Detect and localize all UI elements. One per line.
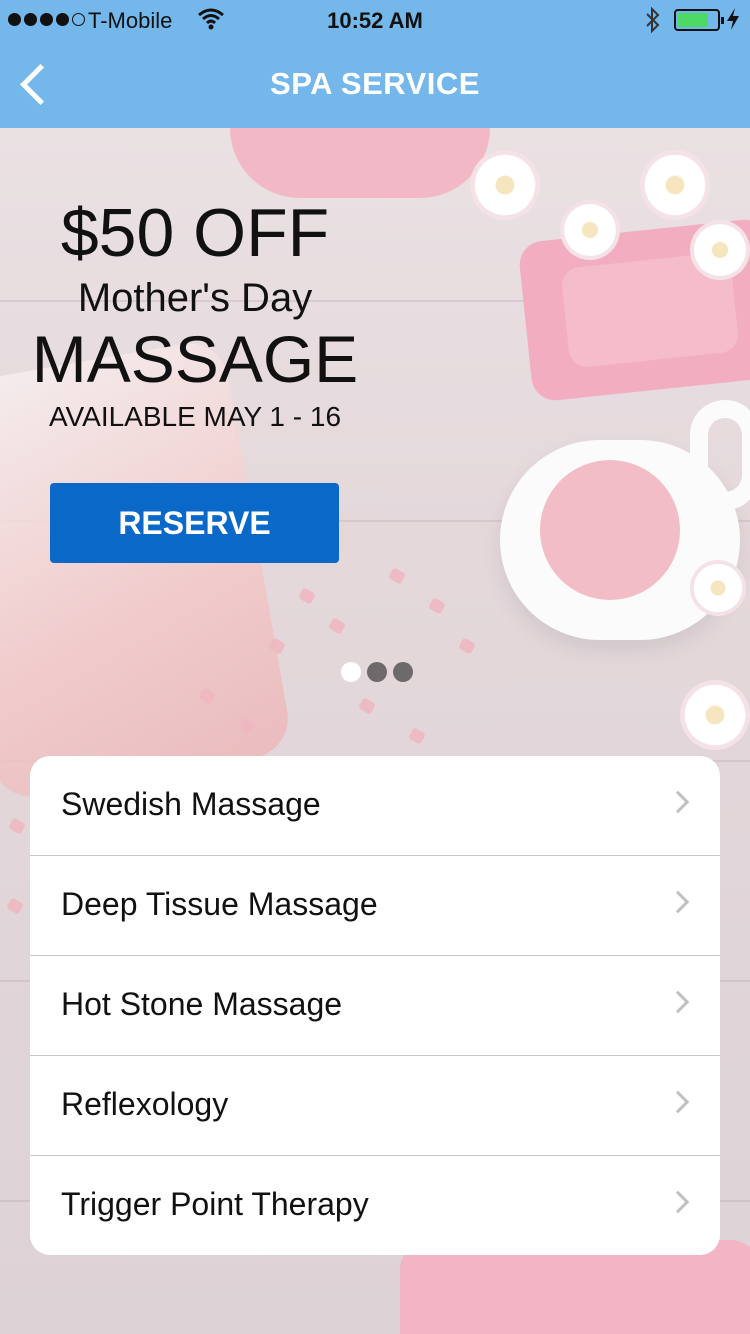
page-dot-2[interactable] [367,662,387,682]
flower-decoration [640,150,710,220]
chevron-right-icon [666,1090,690,1114]
flower-decoration [560,200,620,260]
flower-decoration [680,680,750,750]
salt-decoration [237,717,257,735]
jug-handle-decoration [690,400,750,510]
salt-decoration [7,817,27,835]
page-title: SPA SERVICE [270,66,480,101]
service-label: Deep Tissue Massage [61,886,378,922]
chevron-right-icon [666,890,690,914]
flower-decoration [690,220,750,280]
jug-decoration [500,440,740,640]
battery-icon [674,9,724,31]
flower-decoration [470,150,540,220]
salt-decoration [297,587,317,605]
salt-decoration [327,617,347,635]
service-item-deep-tissue-massage[interactable]: Deep Tissue Massage [30,856,720,956]
service-label: Trigger Point Therapy [61,1186,369,1222]
salt-decoration [457,637,477,655]
service-item-trigger-point-therapy[interactable]: Trigger Point Therapy [30,1156,720,1255]
salt-decoration [267,637,287,655]
promo-availability: AVAILABLE MAY 1 - 16 [48,401,342,432]
salt-decoration [197,687,217,705]
service-label: Reflexology [61,1086,229,1122]
charging-icon [726,7,740,37]
page-dot-3[interactable] [393,662,413,682]
promo-banner: $50 OFF Mother's Day MASSAGE AVAILABLE M… [0,190,390,432]
salt-decoration [5,897,25,915]
status-time: 10:52 AM [327,8,423,33]
bluetooth-icon [644,6,662,39]
chevron-right-icon [666,990,690,1014]
carousel-page-indicator[interactable] [341,662,413,682]
promo-subtitle: Mother's Day [77,276,313,320]
navigation-bar: SPA SERVICE [0,40,750,128]
service-list: Swedish Massage Deep Tissue Massage Hot … [30,756,720,1255]
chevron-right-icon [666,1190,690,1214]
service-item-hot-stone-massage[interactable]: Hot Stone Massage [30,956,720,1056]
salt-decoration [387,567,407,585]
salt-decoration [407,727,427,745]
service-item-swedish-massage[interactable]: Swedish Massage [30,756,720,856]
bowl-decoration [230,128,490,198]
promo-service: MASSAGE [31,322,359,396]
page-dot-1[interactable] [341,662,361,682]
soap-decoration [517,217,750,403]
salt-decoration [427,597,447,615]
service-label: Swedish Massage [61,786,321,822]
service-item-reflexology[interactable]: Reflexology [30,1056,720,1156]
flower-decoration [690,560,746,616]
status-bar: T-Mobile 10:52 AM [0,0,750,40]
service-label: Hot Stone Massage [61,986,343,1022]
reserve-button[interactable]: RESERVE [50,483,339,563]
chevron-right-icon [666,790,690,814]
promo-headline: $50 OFF [60,195,330,271]
salt-decoration [357,697,377,715]
